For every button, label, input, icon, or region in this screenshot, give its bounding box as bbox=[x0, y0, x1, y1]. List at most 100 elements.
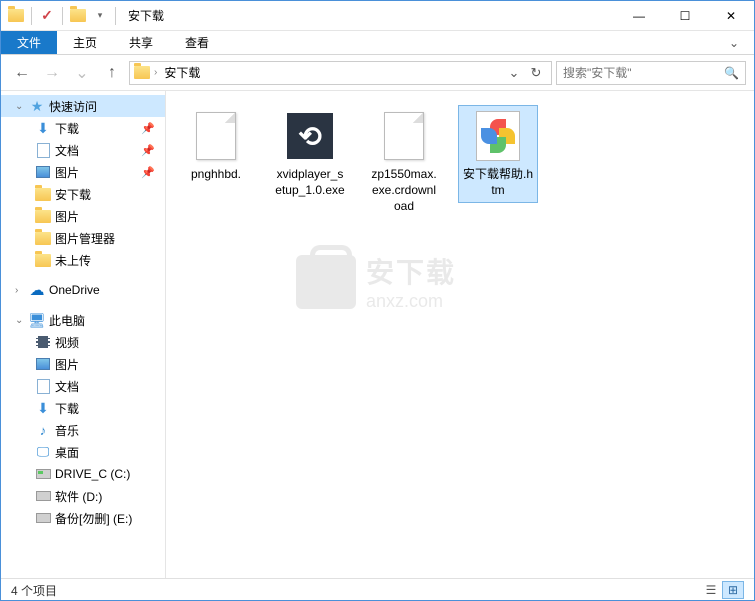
sidebar-item-documents[interactable]: 文档 📌 bbox=[1, 139, 165, 161]
back-button[interactable]: ← bbox=[9, 60, 35, 86]
refresh-button[interactable]: ↻ bbox=[525, 62, 547, 84]
address-dropdown-button[interactable]: ⌄ bbox=[503, 62, 525, 84]
search-input[interactable] bbox=[563, 66, 720, 80]
sidebar-item-label: 图片管理器 bbox=[55, 230, 115, 247]
content-pane[interactable]: pnghhbd. ⟲ xvidplayer_setup_1.0.exe zp15… bbox=[166, 91, 754, 578]
search-box[interactable]: 🔍 bbox=[556, 61, 746, 85]
sidebar-onedrive[interactable]: › ☁ OneDrive bbox=[1, 279, 165, 301]
sidebar-item-label: 图片 bbox=[55, 208, 79, 225]
navigation-pane[interactable]: ⌄ ★ 快速访问 ⬇ 下载 📌 文档 📌 图片 📌 安下载 图片 bbox=[1, 91, 166, 578]
watermark-text-en: anxz.com bbox=[366, 291, 456, 312]
video-icon bbox=[35, 334, 51, 350]
drive-icon bbox=[35, 488, 51, 504]
up-button[interactable]: ↑ bbox=[99, 60, 125, 86]
forward-button[interactable]: → bbox=[39, 60, 65, 86]
tab-home[interactable]: 主页 bbox=[57, 31, 113, 54]
sidebar-item-unuploaded[interactable]: 未上传 bbox=[1, 249, 165, 271]
file-thumbnail: ⟲ bbox=[284, 110, 336, 162]
close-button[interactable]: ✕ bbox=[708, 1, 754, 31]
drive-icon bbox=[35, 466, 51, 482]
sidebar-item-picmanager[interactable]: 图片管理器 bbox=[1, 227, 165, 249]
status-bar: 4 个项目 ☰ ⊞ bbox=[1, 578, 754, 601]
chevron-right-icon[interactable]: › bbox=[154, 67, 157, 78]
sidebar-item-drive-c[interactable]: DRIVE_C (C:) bbox=[1, 463, 165, 485]
properties-check-icon[interactable]: ✓ bbox=[38, 7, 56, 25]
sidebar-item-label: 软件 (D:) bbox=[55, 488, 102, 505]
pin-icon: 📌 bbox=[141, 122, 155, 135]
minimize-button[interactable]: — bbox=[616, 1, 662, 31]
sidebar-item-label: 文档 bbox=[55, 142, 79, 159]
file-item[interactable]: pnghhbd. bbox=[176, 105, 256, 187]
sidebar-item-drive-d[interactable]: 软件 (D:) bbox=[1, 485, 165, 507]
sidebar-item-pictures3[interactable]: 图片 bbox=[1, 353, 165, 375]
document-icon bbox=[35, 378, 51, 394]
address-bar[interactable]: › 安下载 ⌄ ↻ bbox=[129, 61, 552, 85]
watermark: 安下载 anxz.com bbox=[296, 251, 456, 312]
sidebar-quick-access[interactable]: ⌄ ★ 快速访问 bbox=[1, 95, 165, 117]
sidebar-item-label: 下载 bbox=[55, 400, 79, 417]
tab-share[interactable]: 共享 bbox=[113, 31, 169, 54]
folder-icon bbox=[35, 186, 51, 202]
folder-icon bbox=[35, 252, 51, 268]
watermark-text-cn: 安下载 bbox=[366, 251, 456, 291]
tab-file[interactable]: 文件 bbox=[1, 31, 57, 54]
file-grid: pnghhbd. ⟲ xvidplayer_setup_1.0.exe zp15… bbox=[176, 105, 744, 220]
file-label: xvidplayer_setup_1.0.exe bbox=[275, 166, 345, 198]
tab-view[interactable]: 查看 bbox=[169, 31, 225, 54]
separator bbox=[31, 7, 32, 25]
desktop-icon: 🖵 bbox=[35, 444, 51, 460]
history-dropdown[interactable]: ⌄ bbox=[69, 60, 95, 86]
caret-icon[interactable]: › bbox=[15, 285, 25, 296]
file-item[interactable]: zp1550max.exe.crdownload bbox=[364, 105, 444, 220]
separator bbox=[115, 7, 116, 25]
document-icon bbox=[35, 142, 51, 158]
caption-buttons: — ☐ ✕ bbox=[616, 1, 754, 31]
sidebar-item-documents2[interactable]: 文档 bbox=[1, 375, 165, 397]
pc-icon: 🖥 bbox=[29, 312, 45, 328]
sidebar-item-label: 视频 bbox=[55, 334, 79, 351]
sidebar-item-label: OneDrive bbox=[49, 283, 100, 297]
current-folder-icon[interactable] bbox=[69, 7, 87, 25]
search-icon[interactable]: 🔍 bbox=[724, 66, 739, 80]
sidebar-item-label: 音乐 bbox=[55, 422, 79, 439]
cloud-icon: ☁ bbox=[29, 282, 45, 298]
sidebar-item-pictures2[interactable]: 图片 bbox=[1, 205, 165, 227]
sidebar-item-anxiazai[interactable]: 安下载 bbox=[1, 183, 165, 205]
sidebar-item-label: 未上传 bbox=[55, 252, 91, 269]
breadcrumb-current[interactable]: 安下载 bbox=[161, 64, 203, 81]
file-item[interactable]: ⟲ xvidplayer_setup_1.0.exe bbox=[270, 105, 350, 203]
pin-icon: 📌 bbox=[141, 166, 155, 179]
file-label: 安下载帮助.htm bbox=[463, 166, 533, 198]
sidebar-item-videos[interactable]: 视频 bbox=[1, 331, 165, 353]
sidebar-item-music[interactable]: ♪ 音乐 bbox=[1, 419, 165, 441]
status-item-count: 4 个项目 bbox=[11, 582, 57, 599]
sidebar-item-label: 图片 bbox=[55, 356, 79, 373]
caret-icon[interactable]: ⌄ bbox=[15, 315, 25, 326]
maximize-button[interactable]: ☐ bbox=[662, 1, 708, 31]
titlebar: ✓ ▾ 安下载 — ☐ ✕ bbox=[1, 1, 754, 31]
sidebar-item-downloads2[interactable]: ⬇ 下载 bbox=[1, 397, 165, 419]
sidebar-this-pc[interactable]: ⌄ 🖥 此电脑 bbox=[1, 309, 165, 331]
caret-icon[interactable]: ⌄ bbox=[15, 101, 25, 112]
download-icon: ⬇ bbox=[35, 400, 51, 416]
window-title: 安下载 bbox=[128, 7, 164, 24]
quick-access-toolbar: ✓ ▾ 安下载 bbox=[1, 7, 164, 25]
sidebar-item-label: 此电脑 bbox=[49, 312, 85, 329]
sidebar-item-desktop[interactable]: 🖵 桌面 bbox=[1, 441, 165, 463]
file-item-selected[interactable]: 安下载帮助.htm bbox=[458, 105, 538, 203]
file-label: zp1550max.exe.crdownload bbox=[369, 166, 439, 215]
app-folder-icon[interactable] bbox=[7, 7, 25, 25]
sidebar-item-label: 文档 bbox=[55, 378, 79, 395]
view-icons-button[interactable]: ⊞ bbox=[722, 581, 744, 599]
sidebar-item-label: 下载 bbox=[55, 120, 79, 137]
pin-icon: 📌 bbox=[141, 144, 155, 157]
view-details-button[interactable]: ☰ bbox=[700, 581, 722, 599]
sidebar-item-downloads[interactable]: ⬇ 下载 📌 bbox=[1, 117, 165, 139]
sidebar-item-label: 快速访问 bbox=[49, 98, 97, 115]
ribbon-tabs: 文件 主页 共享 查看 ⌄ bbox=[1, 31, 754, 55]
ribbon-expand-button[interactable]: ⌄ bbox=[714, 31, 754, 54]
file-thumbnail bbox=[472, 110, 524, 162]
qat-dropdown-icon[interactable]: ▾ bbox=[91, 7, 109, 25]
sidebar-item-pictures[interactable]: 图片 📌 bbox=[1, 161, 165, 183]
sidebar-item-drive-e[interactable]: 备份[勿删] (E:) bbox=[1, 507, 165, 529]
